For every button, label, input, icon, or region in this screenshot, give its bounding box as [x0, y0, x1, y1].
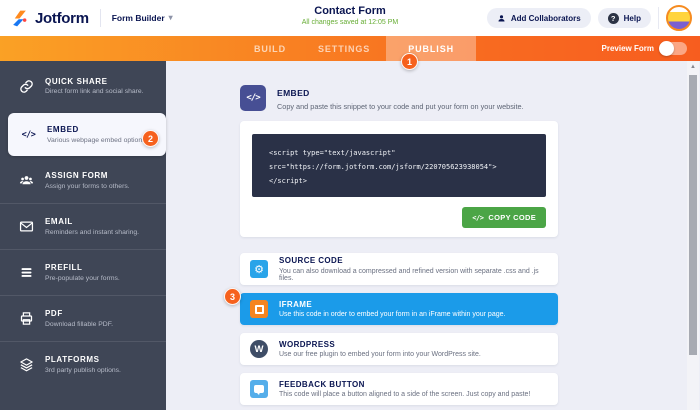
option-title: IFRAME — [279, 300, 505, 309]
sidebar-item-desc: Pre-populate your forms. — [45, 275, 120, 282]
question-icon: ? — [608, 13, 619, 24]
sidebar-item-label: PLATFORMS — [45, 355, 121, 364]
builder-nav-bar: BUILD SETTINGS PUBLISH Preview Form — [0, 36, 700, 61]
code-line: </script> — [269, 174, 529, 188]
publish-sidebar: QUICK SHARE Direct form link and social … — [0, 61, 166, 410]
option-feedback-button[interactable]: FEEDBACK BUTTON This code will place a b… — [240, 373, 558, 405]
option-iframe[interactable]: IFRAME Use this code in order to embed y… — [240, 293, 558, 325]
sidebar-item-desc: Direct form link and social share. — [45, 88, 144, 95]
vertical-scrollbar[interactable]: ▲ — [687, 61, 699, 410]
copy-code-button[interactable]: </> COPY CODE — [462, 207, 546, 228]
sidebar-item-label: EMBED — [47, 125, 147, 134]
jotform-logo[interactable]: Jotform — [10, 9, 89, 28]
sidebar-item-pdf[interactable]: PDF Download fillable PDF. — [0, 296, 166, 341]
logo-text: Jotform — [35, 10, 89, 27]
code-icon: </> — [20, 130, 37, 140]
sidebar-item-quick-share[interactable]: QUICK SHARE Direct form link and social … — [0, 61, 166, 111]
toggle-knob — [659, 41, 674, 56]
saved-status: All changes saved at 12:05 PM — [230, 19, 470, 26]
embed-snippet-card: <script type="text/javascript" src="http… — [240, 121, 558, 237]
option-source-code[interactable]: ⚙ SOURCE CODE You can also download a co… — [240, 253, 558, 285]
code-icon: </> — [240, 85, 266, 111]
top-bar-actions: Add Collaborators ? Help — [487, 0, 692, 36]
sidebar-item-assign-form[interactable]: ASSIGN FORM Assign your forms to others. — [0, 158, 166, 203]
preview-form-group: Preview Form — [602, 36, 687, 61]
option-title: WORDPRESS — [279, 340, 481, 349]
copy-code-label: COPY CODE — [488, 213, 536, 222]
step-badge-3: 3 — [224, 288, 241, 305]
people-icon — [18, 173, 35, 188]
embed-code-box[interactable]: <script type="text/javascript" src="http… — [252, 134, 546, 197]
sidebar-item-prefill[interactable]: PREFILL Pre-populate your forms. — [0, 250, 166, 295]
sidebar-item-label: ASSIGN FORM — [45, 171, 130, 180]
add-collaborators-label: Add Collaborators — [511, 14, 581, 23]
sidebar-item-desc: 3rd party publish options. — [45, 367, 121, 374]
sidebar-item-label: QUICK SHARE — [45, 77, 144, 86]
embed-options-list: ⚙ SOURCE CODE You can also download a co… — [240, 253, 558, 405]
step-badge-1: 1 — [401, 53, 418, 70]
prefill-icon — [18, 265, 35, 280]
sidebar-item-label: PDF — [45, 309, 113, 318]
option-desc: Use this code in order to embed your for… — [279, 311, 505, 318]
user-avatar[interactable] — [666, 5, 692, 31]
embed-panel: </> EMBED Copy and paste this snippet to… — [240, 61, 558, 405]
scrollbar-up-arrow[interactable]: ▲ — [687, 64, 699, 70]
preview-form-label: Preview Form — [602, 44, 654, 53]
help-label: Help — [624, 14, 641, 23]
section-desc: Copy and paste this snippet to your code… — [277, 102, 524, 111]
product-label: Form Builder — [112, 13, 165, 23]
option-title: SOURCE CODE — [279, 256, 548, 265]
preview-form-toggle[interactable] — [660, 42, 687, 55]
feedback-bubble-icon — [250, 380, 268, 398]
tab-publish[interactable]: PUBLISH — [386, 36, 476, 61]
option-desc: You can also download a compressed and r… — [279, 268, 548, 282]
code-line: src="https://form.jotform.com/jsform/220… — [269, 160, 529, 174]
chevron-down-icon: ▾ — [169, 14, 173, 22]
tab-settings[interactable]: SETTINGS — [302, 36, 386, 61]
code-line: <script type="text/javascript" — [269, 146, 529, 160]
sidebar-item-desc: Reminders and instant sharing. — [45, 229, 139, 236]
add-collaborators-button[interactable]: Add Collaborators — [487, 8, 591, 28]
option-wordpress[interactable]: W WORDPRESS Use our free plugin to embed… — [240, 333, 558, 365]
jotform-logo-icon — [10, 9, 29, 28]
divider — [658, 7, 659, 29]
sidebar-item-label: EMAIL — [45, 217, 139, 226]
option-desc: This code will place a button aligned to… — [279, 391, 530, 398]
tab-build[interactable]: BUILD — [238, 36, 302, 61]
option-desc: Use our free plugin to embed your form i… — [279, 351, 481, 358]
section-title: EMBED — [277, 88, 524, 98]
scrollbar-thumb[interactable] — [689, 75, 697, 355]
help-button[interactable]: ? Help — [598, 8, 651, 28]
gear-icon: ⚙ — [250, 260, 268, 278]
sidebar-item-platforms[interactable]: PLATFORMS 3rd party publish options. — [0, 342, 166, 387]
form-builder-window: Jotform Form Builder ▾ Contact Form All … — [0, 0, 700, 410]
form-title-block: Contact Form All changes saved at 12:05 … — [230, 5, 470, 26]
pdf-icon — [18, 311, 35, 326]
sidebar-item-desc: Assign your forms to others. — [45, 183, 130, 190]
option-title: FEEDBACK BUTTON — [279, 380, 530, 389]
form-title[interactable]: Contact Form — [230, 5, 470, 17]
top-bar: Jotform Form Builder ▾ Contact Form All … — [0, 0, 700, 36]
sidebar-item-label: PREFILL — [45, 263, 120, 272]
sidebar-item-desc: Various webpage embed options. — [47, 137, 147, 144]
step-badge-2: 2 — [142, 130, 159, 147]
divider — [100, 9, 101, 27]
embed-section-header: </> EMBED Copy and paste this snippet to… — [240, 85, 558, 111]
platforms-icon — [18, 357, 35, 372]
builder-tabs: BUILD SETTINGS PUBLISH — [224, 36, 476, 61]
sidebar-item-email[interactable]: EMAIL Reminders and instant sharing. — [0, 204, 166, 249]
form-builder-menu[interactable]: Form Builder ▾ — [112, 13, 173, 23]
wordpress-icon: W — [250, 340, 268, 358]
sidebar-item-desc: Download fillable PDF. — [45, 321, 113, 328]
code-icon: </> — [472, 214, 483, 222]
iframe-icon — [250, 300, 268, 318]
person-icon — [497, 14, 506, 23]
link-icon — [18, 79, 35, 94]
mail-icon — [18, 219, 35, 234]
